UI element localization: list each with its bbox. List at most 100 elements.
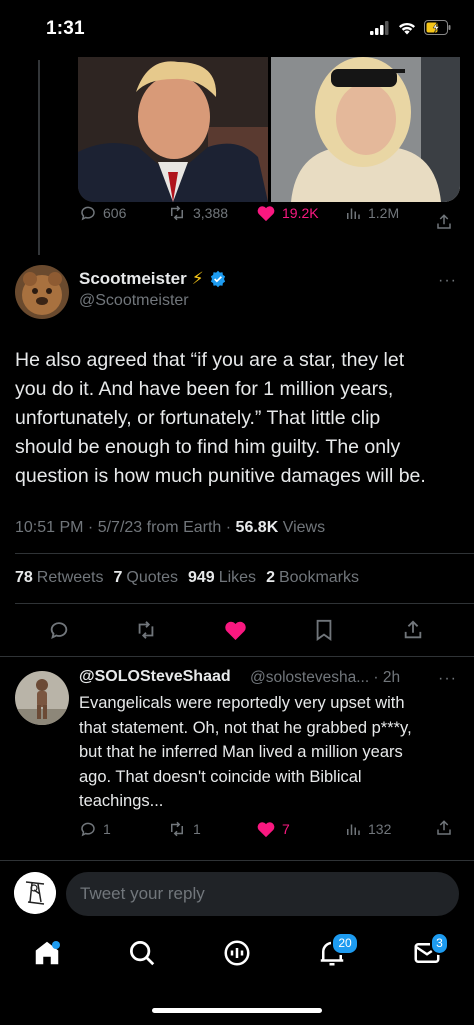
more-options-icon[interactable]: ··· [438, 272, 457, 290]
tweet-meta: 10:51 PM · 5/7/23 from Earth · 56.8K Vie… [15, 519, 325, 537]
divider [15, 553, 474, 554]
share-action[interactable] [435, 213, 453, 234]
likes-stat[interactable]: 949 Likes [188, 569, 256, 587]
reply-views-action[interactable]: 132 [344, 820, 391, 838]
quotes-label: Quotes [126, 569, 178, 586]
reply-count: 606 [103, 205, 127, 221]
reply-icon [81, 206, 95, 221]
photo-man [78, 57, 268, 202]
retweets-label: Retweets [36, 569, 104, 586]
reply-author-avatar[interactable] [15, 671, 69, 725]
author-handle[interactable]: @Scootmeister [79, 292, 189, 310]
bookmark-button[interactable] [314, 619, 334, 646]
reply-author-handle[interactable]: @solostevesha... · 2h [250, 669, 400, 687]
share-button[interactable] [402, 619, 424, 646]
author-name: Scootmeister [79, 269, 187, 288]
tweet-stats: 78 Retweets 7 Quotes 949 Likes 2 Bookmarks [15, 569, 359, 587]
reply-icon [50, 622, 68, 640]
reply-button[interactable] [48, 619, 70, 646]
search-icon [130, 941, 155, 966]
reply-views-count: 132 [368, 821, 392, 837]
share-icon [437, 820, 451, 835]
bookmark-icon [316, 619, 332, 641]
tweet-view-count: 56.8K [235, 519, 279, 536]
reply-reply-action[interactable]: 1 [79, 820, 111, 838]
like-action[interactable]: 19.2K [256, 204, 319, 222]
divider [0, 656, 474, 657]
verified-badge-icon [210, 270, 225, 288]
share-icon [404, 620, 422, 639]
quotes-stat[interactable]: 7 Quotes [114, 569, 179, 587]
likes-label: Likes [218, 569, 257, 586]
nav-search[interactable] [127, 938, 157, 973]
reply-text-line: but that he inferred Man lived a million… [79, 743, 403, 761]
retweet-button[interactable] [134, 619, 158, 646]
nav-spaces[interactable] [222, 938, 252, 973]
reply-author-name[interactable]: @SOLOSteveShaad [79, 668, 231, 686]
tweet-text-line: you do it. And have been for 1 million y… [15, 378, 394, 400]
tweet-text-line: He also agreed that “if you are a star, … [15, 349, 405, 371]
signal-icon [370, 20, 389, 35]
media-photo-right[interactable] [271, 57, 460, 202]
retweet-count: 3,388 [193, 205, 229, 221]
likes-count: 949 [188, 569, 215, 586]
like-button[interactable] [223, 619, 248, 646]
home-indicator [152, 1008, 322, 1013]
dog-avatar-image [15, 265, 69, 319]
person-avatar-image [15, 671, 69, 725]
nav-home[interactable] [32, 938, 64, 972]
author-avatar[interactable] [15, 265, 69, 319]
sketch-avatar-image [14, 872, 56, 914]
reply-retweet-action[interactable]: 1 [167, 820, 201, 838]
views-action[interactable]: 1.2M [344, 204, 399, 222]
wifi-icon [399, 22, 415, 34]
divider [0, 860, 474, 861]
tweet-timestamp[interactable]: 10:51 PM · 5/7/23 from Earth · [15, 519, 236, 536]
reply-share-action[interactable] [435, 819, 453, 840]
views-icon [347, 208, 360, 219]
notifications-badge: 20 [331, 932, 359, 955]
bookmarks-label: Bookmarks [278, 569, 359, 586]
reply-more-options-icon[interactable]: ··· [438, 670, 457, 688]
photo-woman [271, 57, 460, 202]
tweet-views-label: Views [278, 519, 326, 536]
retweets-stat[interactable]: 78 Retweets [15, 569, 104, 587]
reply-like-count: 7 [282, 821, 290, 837]
share-icon [437, 214, 451, 229]
reply-text-line: Evangelicals were reportedly very upset … [79, 694, 405, 712]
retweet-action[interactable]: 3,388 [167, 204, 228, 222]
heart-filled-icon [257, 822, 275, 838]
divider [15, 603, 474, 604]
retweet-icon [138, 621, 154, 639]
heart-filled-icon [257, 206, 275, 222]
reply-action[interactable]: 606 [79, 204, 126, 222]
reply-icon [81, 822, 95, 837]
reply-text-line: that statement. Oh, not that he grabbed … [79, 718, 412, 737]
reply-text-line: teachings... [79, 792, 164, 810]
tweet-text-line: question is how much punitive damages wi… [15, 465, 426, 487]
status-time: 1:31 [46, 18, 85, 39]
lightning-emoji: ⚡ [191, 269, 204, 288]
bookmarks-count: 2 [266, 569, 275, 586]
reply-text: Evangelicals were reportedly very upset … [79, 691, 449, 814]
media-photo-left[interactable] [78, 57, 268, 202]
tweet-text-line: unfortunately, or fortunately.” That lit… [15, 407, 381, 429]
views-icon [347, 824, 360, 835]
my-avatar[interactable] [14, 872, 56, 914]
retweets-count: 78 [15, 569, 33, 586]
bookmarks-stat[interactable]: 2 Bookmarks [266, 569, 359, 587]
reply-actions: 1 1 7 132 [79, 819, 459, 839]
reply-compose-input[interactable]: Tweet your reply [66, 872, 459, 916]
author-name-row[interactable]: Scootmeister ⚡ [79, 269, 227, 289]
thread-line [38, 60, 40, 255]
nav-messages[interactable]: 3 [412, 932, 452, 972]
tweet-media[interactable] [78, 57, 460, 202]
reply-retweet-count: 1 [193, 821, 201, 837]
retweet-icon [171, 205, 183, 221]
tweet-text-line: should be enough to find him guilty. The… [15, 436, 401, 458]
like-count: 19.2K [282, 205, 319, 221]
battery-icon [424, 20, 451, 35]
reply-reply-count: 1 [103, 821, 111, 837]
reply-like-action[interactable]: 7 [256, 820, 290, 838]
nav-notifications[interactable]: 20 [317, 932, 359, 972]
